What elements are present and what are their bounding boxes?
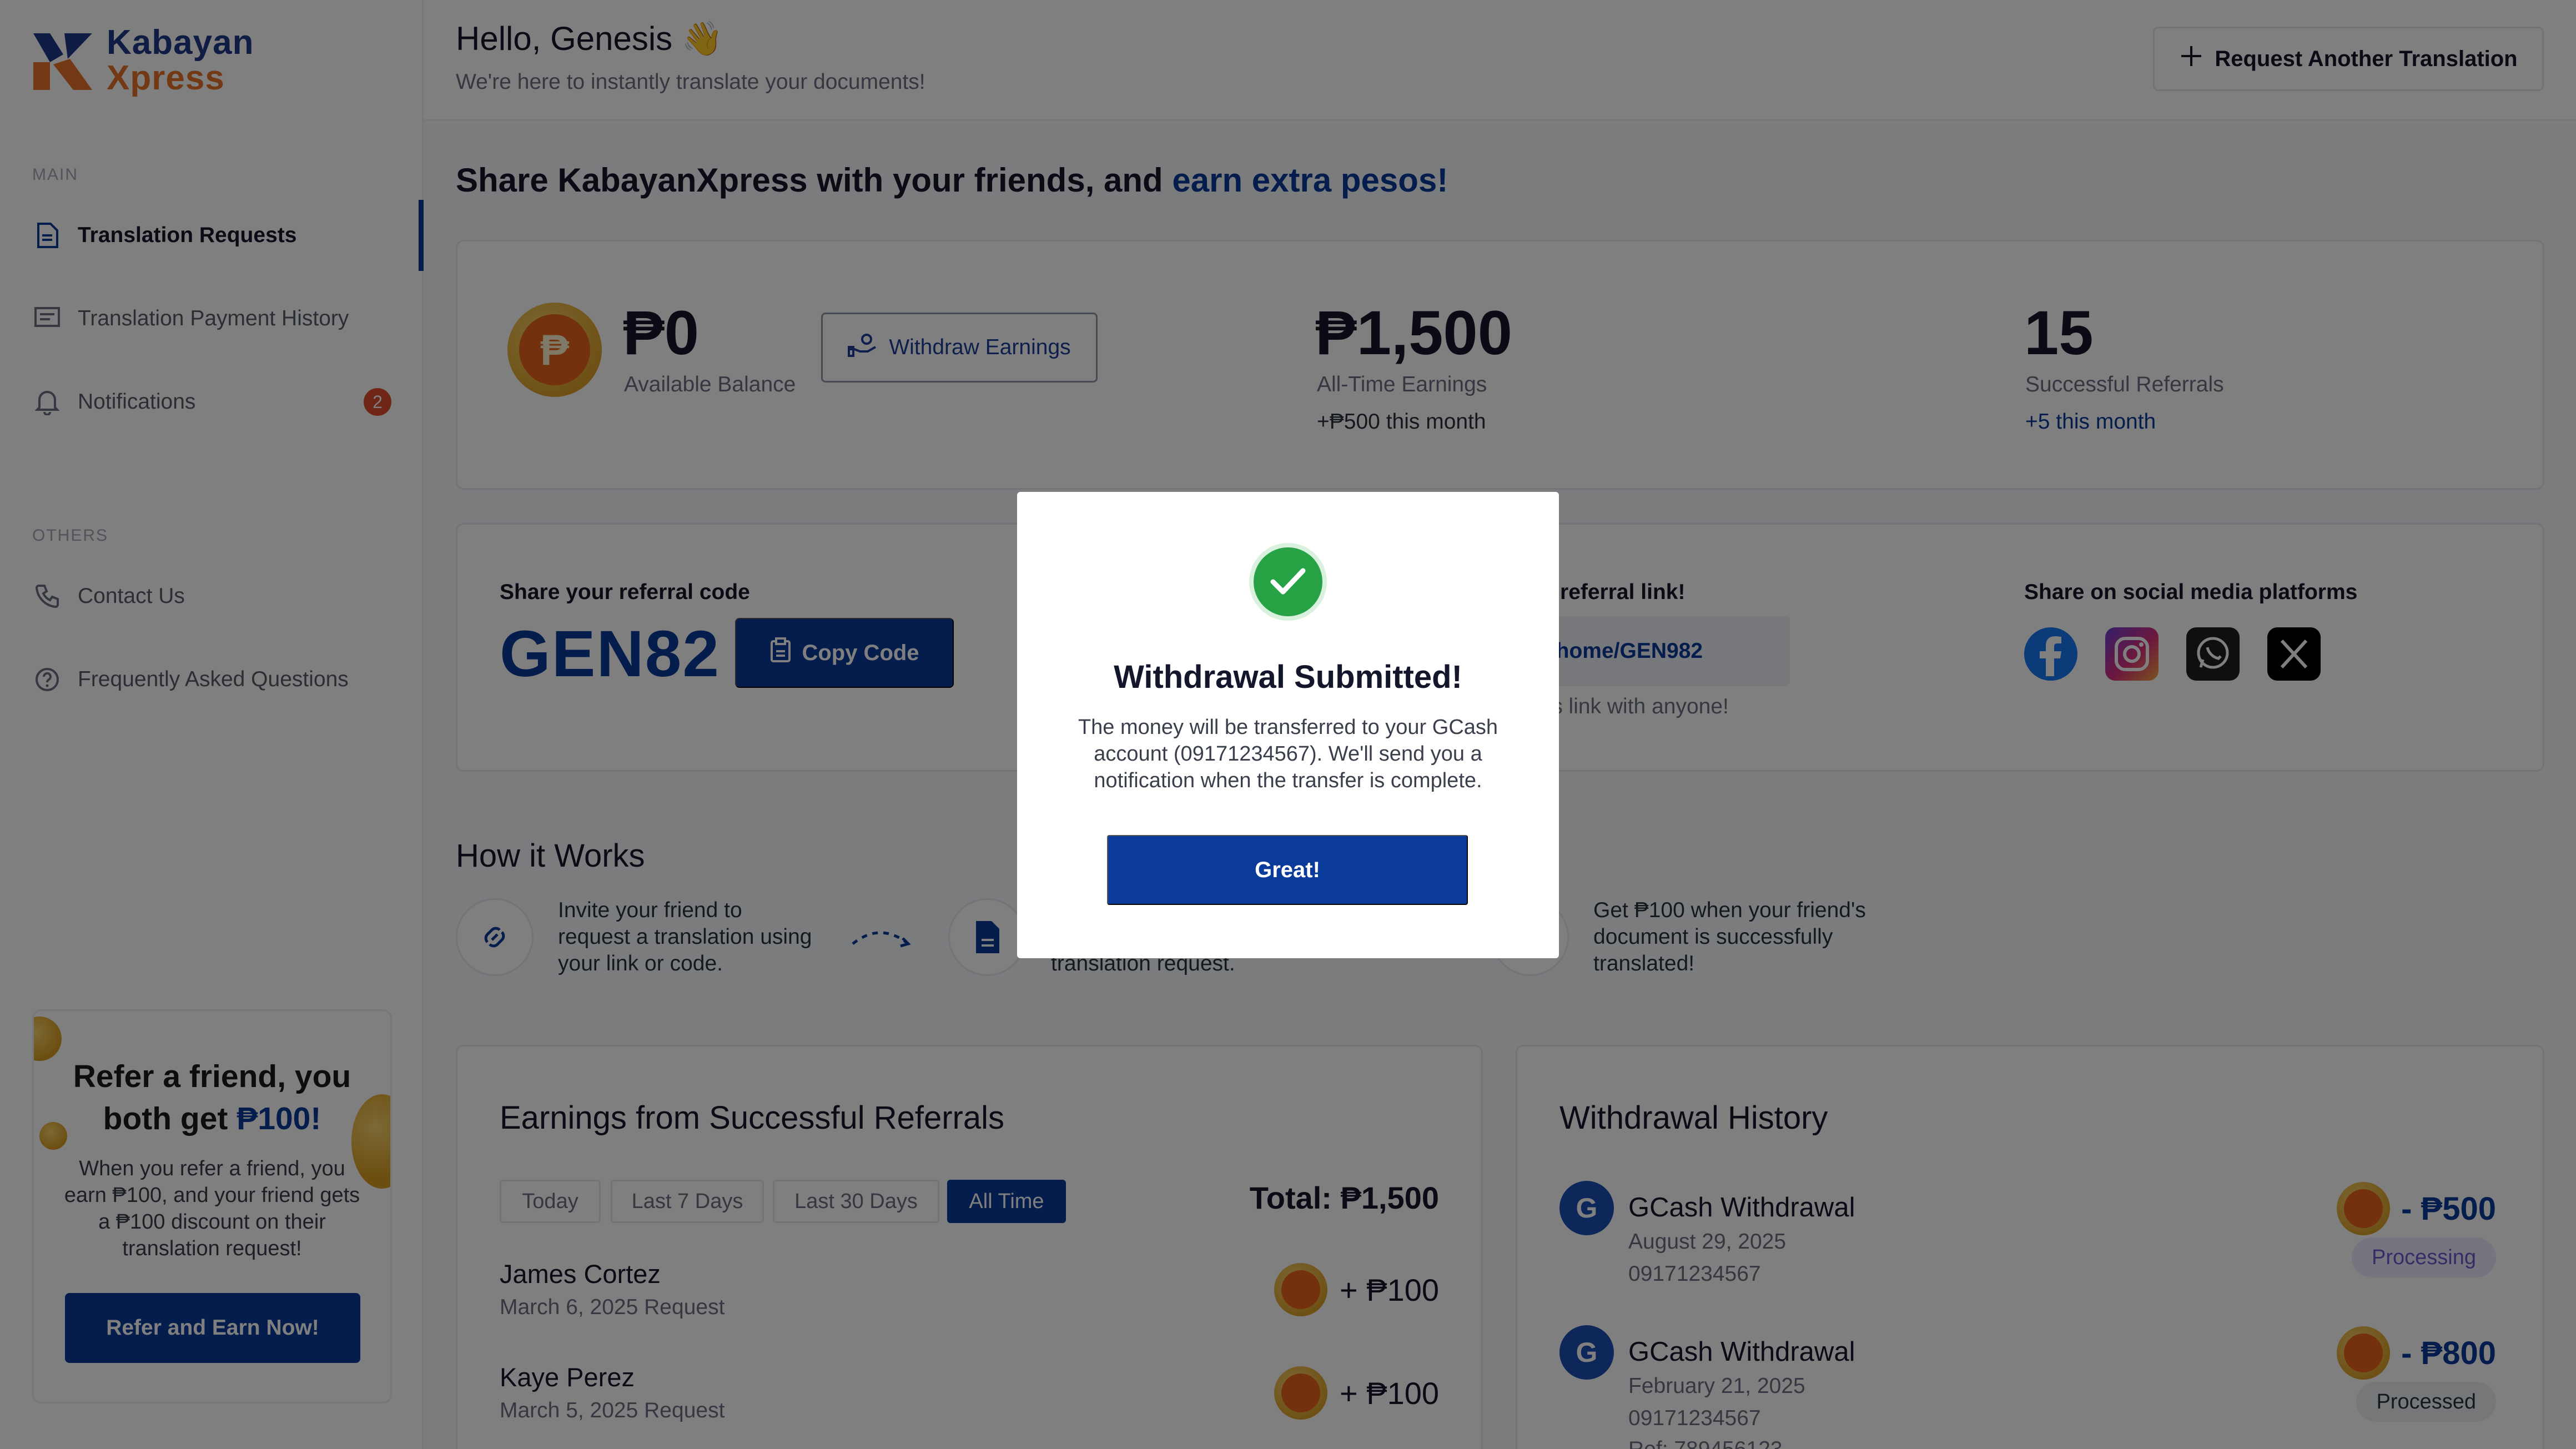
dialog-message: The money will be transferred to your GC… [1078,716,1498,792]
great-button[interactable]: Great! [1107,835,1468,905]
check-circle-icon [1249,543,1327,621]
dialog-title: Withdrawal Submitted! [1114,659,1462,695]
withdrawal-submitted-dialog: Withdrawal Submitted! The money will be … [1017,492,1559,958]
